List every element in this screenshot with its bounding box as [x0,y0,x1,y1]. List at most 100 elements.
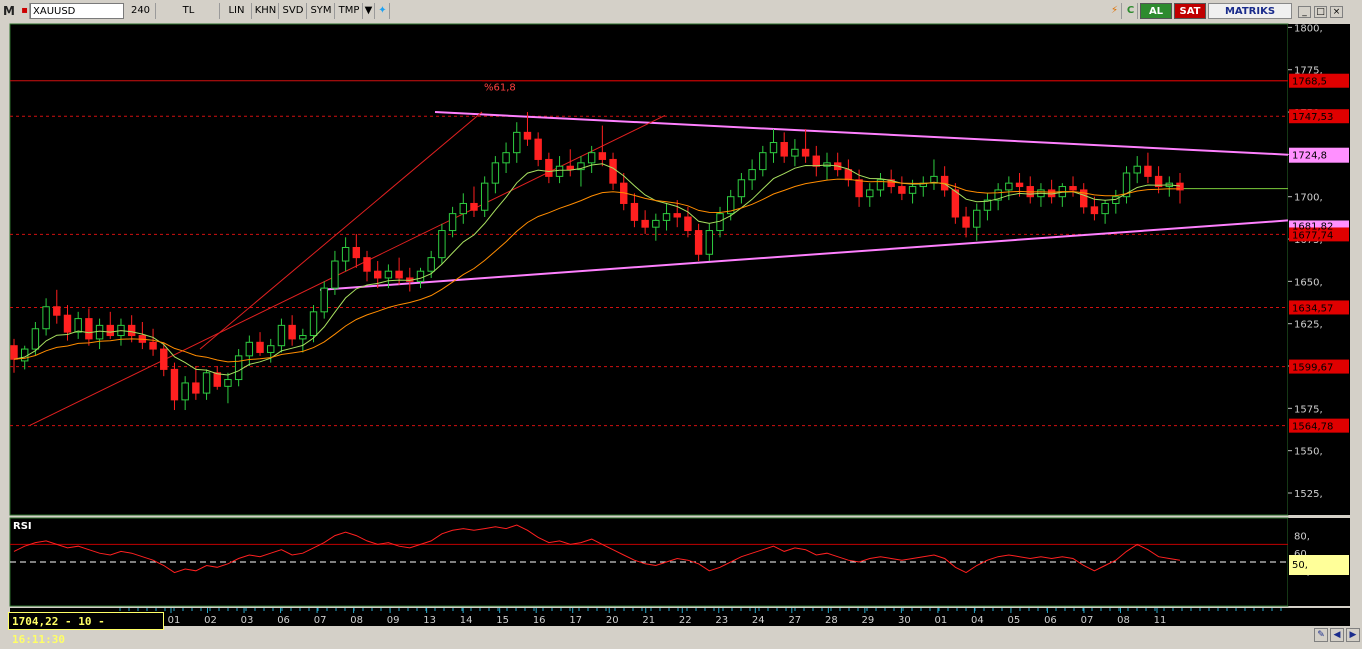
x-tick-label: 06 [1044,615,1057,626]
x-tick-label: 23 [715,615,728,626]
candle-body [812,155,821,167]
candle-body [908,186,917,194]
candle-body [106,324,114,337]
candle-body [53,306,61,316]
candle-body [1133,165,1141,174]
lightning-icon[interactable]: ⚡ [1108,3,1122,19]
candle-body [951,189,960,218]
status-readout: 1704,22 - 10 - 16:11:30 [8,612,164,646]
level-tag-label: 1599,67 [1292,363,1333,374]
candle-body [523,131,532,140]
candle-body [384,270,393,279]
rsi-title: RSI [13,521,32,532]
refresh-icon[interactable]: C [1124,3,1138,19]
candle-body [170,368,179,401]
candle-body [42,306,50,330]
candle-body [748,169,756,181]
candle-body [598,152,607,160]
candle-body [630,202,639,221]
candle-body [694,230,703,255]
y-tick-label: 1700, [1294,193,1323,204]
khn-button[interactable]: KHN [253,3,279,19]
candle-body [1069,186,1077,191]
candle-body [31,328,40,350]
period-button[interactable]: 240 [126,3,156,19]
x-tick-label: 28 [825,615,838,626]
candle-body [652,219,660,228]
candle-body [973,209,981,228]
x-tick-label: 07 [1081,615,1094,626]
candle-body [566,165,574,171]
y-tick-label: 1650, [1294,277,1323,288]
cursor-mode-icon[interactable]: ✎ [1314,628,1328,642]
candle-body [438,230,446,259]
scale-button[interactable]: LIN [222,3,252,19]
scroll-left-icon[interactable]: ◀ [1330,628,1344,642]
x-tick-label: 01 [935,615,948,626]
tmp-button[interactable]: TMP [336,3,363,19]
candle-body [213,372,221,387]
candle-body [181,382,189,401]
candle-body [63,314,72,333]
symbol-field[interactable]: XAUUSD [30,3,124,19]
matriks-brand: MATRIKS [1208,3,1292,19]
candle-body [160,348,168,370]
candle-body [427,257,435,272]
x-tick-label: 21 [642,615,655,626]
x-tick-label: 14 [460,615,473,626]
candle-body [192,382,200,394]
x-tick-label: 13 [423,615,436,626]
x-tick-label: 06 [277,615,290,626]
candle-body [684,216,692,232]
candle-body [791,148,799,157]
maximize-icon[interactable]: □ [1314,6,1327,18]
y-tick-label: 1575, [1294,404,1323,415]
x-tick-label: 22 [679,615,692,626]
y-tick-label: 1525, [1294,489,1323,500]
x-tick-label: 27 [788,615,801,626]
price-axis [1288,24,1350,515]
candle-body [480,182,489,211]
price-panel [9,23,1289,516]
candle-body [341,246,350,262]
x-tick-label: 17 [569,615,582,626]
candle-body [898,186,906,194]
scroll-right-icon[interactable]: ▶ [1346,628,1360,642]
candle-body [288,324,296,340]
svd-button[interactable]: SVD [280,3,307,19]
dropdown-arrow-icon[interactable]: ▼ [363,3,375,19]
y-tick-label: 1800, [1294,23,1323,34]
candle-body [127,324,136,337]
close-icon[interactable]: × [1330,6,1343,18]
x-tick-label: 04 [971,615,984,626]
candle-body [395,270,403,279]
flag-icon: ▪ [20,3,30,19]
candle-body [224,379,232,387]
x-tick-label: 05 [1008,615,1021,626]
minimize-icon[interactable]: _ [1298,6,1311,18]
y-tick-label: 1550, [1294,447,1323,458]
candle-body [277,324,286,347]
candle-body [801,148,810,157]
candle-body [267,345,275,353]
currency-button[interactable]: TL [158,3,220,19]
price-chart[interactable]: 1800,1775,1750,1725,1700,1675,1650,1625,… [0,22,1362,628]
bottom-bar [0,626,1362,648]
candle-body [555,165,564,177]
x-tick-label: 08 [350,615,363,626]
sym-button[interactable]: SYM [308,3,335,19]
candle-body [587,152,596,164]
candle-body [534,138,542,160]
candle-body [202,372,211,394]
buy-button[interactable]: AL [1140,3,1172,19]
candle-body [20,348,29,362]
candle-body [1101,202,1109,215]
candle-body [299,335,307,340]
candle-body [234,355,243,381]
fib-label: %61,8 [484,83,516,94]
sell-button[interactable]: SAT [1174,3,1206,19]
x-tick-label: 03 [241,615,254,626]
twitter-icon[interactable]: ✦ [376,3,390,19]
candle-body [705,230,714,255]
candle-body [256,341,264,353]
